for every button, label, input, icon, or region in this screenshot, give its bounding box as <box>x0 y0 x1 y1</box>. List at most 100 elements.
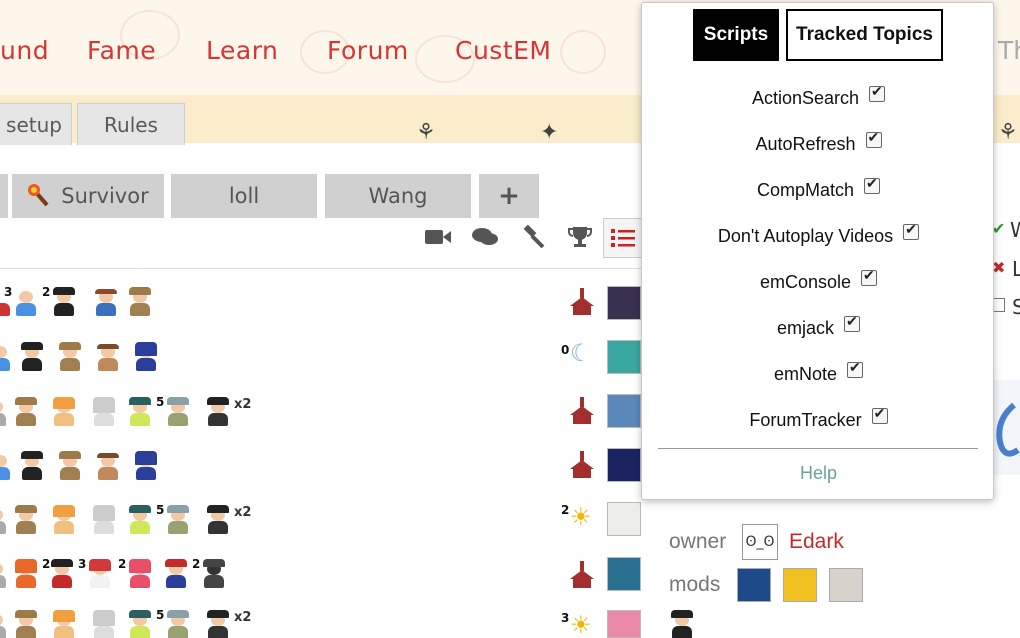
player-sprite-icon <box>204 608 232 638</box>
game-host-avatar[interactable] <box>607 557 641 591</box>
tab-setup[interactable]: setup <box>0 103 72 145</box>
script-option-forumtracker: ForumTracker <box>642 405 995 435</box>
player-sprite-icon <box>126 503 154 535</box>
option-checkbox[interactable] <box>903 221 920 240</box>
player-sprite-icon <box>50 608 78 638</box>
count-badge: 2 <box>561 503 570 517</box>
role-tab-wang[interactable]: Wang <box>325 174 471 218</box>
option-checkbox[interactable] <box>847 359 864 378</box>
owner-name-link[interactable]: Edark <box>789 530 844 554</box>
town-hall-icon <box>568 396 596 424</box>
option-label: emConsole <box>759 271 852 292</box>
nav-item-cut-off[interactable]: Th <box>998 36 1020 65</box>
multiplier-label: x2 <box>234 397 252 412</box>
option-checkbox[interactable] <box>861 267 878 286</box>
gavel-icon[interactable] <box>518 222 548 252</box>
player-sprite-icon <box>48 557 76 589</box>
mod-avatar[interactable] <box>829 568 863 602</box>
count-badge: 0 <box>561 343 570 357</box>
tab-rules[interactable]: Rules <box>77 103 185 145</box>
option-checkbox[interactable] <box>844 313 860 332</box>
game-host-avatar[interactable] <box>607 448 641 482</box>
option-checkbox[interactable] <box>864 175 881 194</box>
player-sprite-icon <box>18 340 46 372</box>
script-option-emjack: emjack <box>642 313 995 343</box>
player-sprite-icon <box>0 449 14 481</box>
nav-item-custem[interactable]: CustEM <box>455 36 552 65</box>
player-sprite-icon <box>204 503 232 535</box>
player-sprite-icon <box>0 503 10 535</box>
role-tab-loll[interactable]: loll <box>171 174 317 218</box>
list-view-button[interactable] <box>603 218 643 258</box>
decor-squiggle-icon: ⚘ <box>416 120 436 145</box>
add-role-tab-button[interactable]: + <box>479 174 539 218</box>
player-sprite-icon <box>162 557 190 589</box>
player-sprite-icon <box>12 395 40 427</box>
tab-tracked-topics[interactable]: Tracked Topics <box>786 9 943 61</box>
option-checkbox[interactable] <box>871 405 888 424</box>
player-sprite-icon <box>90 395 118 427</box>
player-sprite-icon <box>90 608 118 638</box>
player-sprite-icon <box>132 340 160 372</box>
player-sprite-icon <box>12 285 40 317</box>
chat-bubbles-icon[interactable] <box>470 222 500 252</box>
player-sprite-icon <box>50 503 78 535</box>
script-option-autorefresh: AutoRefresh <box>642 129 995 159</box>
player-sprite-icon <box>126 557 154 589</box>
option-label: Don't Autoplay Videos <box>717 225 894 246</box>
player-sprite-icon <box>668 608 696 638</box>
player-sprite-icon <box>92 285 120 317</box>
option-label: ForumTracker <box>749 409 862 430</box>
role-tab-partial[interactable] <box>0 174 8 218</box>
nav-item-round[interactable]: und <box>0 36 49 65</box>
option-checkbox[interactable] <box>865 129 882 148</box>
script-option-emconsole: emConsole <box>642 267 995 297</box>
game-host-avatar[interactable] <box>607 394 641 428</box>
option-label: emNote <box>773 363 838 384</box>
player-sprite-icon <box>50 395 78 427</box>
option-checkbox[interactable] <box>869 83 886 102</box>
mod-avatar[interactable] <box>783 568 817 602</box>
player-sprite-icon <box>56 340 84 372</box>
side-option-w[interactable]: W <box>1010 218 1020 242</box>
tab-scripts[interactable]: Scripts <box>693 9 779 61</box>
player-sprite-icon <box>164 608 192 638</box>
game-host-avatar[interactable] <box>607 610 641 638</box>
side-checkbox[interactable] <box>993 298 1005 312</box>
trophy-icon[interactable] <box>565 222 595 252</box>
player-sprite-icon <box>132 449 160 481</box>
multiplier-label: x2 <box>234 610 252 625</box>
banner-decoration <box>560 30 606 74</box>
popup-divider <box>658 448 978 449</box>
player-sprite-icon <box>0 340 14 372</box>
mod-avatar[interactable] <box>737 568 771 602</box>
script-option-emnote: emNote <box>642 359 995 389</box>
side-image-fragment <box>994 380 1020 475</box>
player-sprite-icon <box>12 557 40 589</box>
player-sprite-icon <box>18 449 46 481</box>
player-sprite-icon <box>0 395 10 427</box>
sun-icon: ☀ <box>570 611 592 638</box>
video-camera-icon[interactable] <box>423 222 453 252</box>
game-host-avatar[interactable] <box>607 340 641 374</box>
mods-label: mods <box>669 573 721 596</box>
role-tab-survivor[interactable]: Survivor <box>12 174 164 218</box>
player-sprite-icon <box>126 395 154 427</box>
nav-item-fame[interactable]: Fame <box>87 36 156 65</box>
player-sprite-icon <box>0 608 10 638</box>
player-sprite-icon <box>164 395 192 427</box>
player-sprite-icon <box>50 285 78 317</box>
game-host-avatar[interactable] <box>607 502 641 536</box>
script-option-actionsearch: ActionSearch <box>642 83 995 113</box>
option-label: ActionSearch <box>751 87 860 108</box>
sun-icon: ☀ <box>570 503 592 531</box>
help-link[interactable]: Help <box>642 463 995 484</box>
player-sprite-icon <box>200 557 228 589</box>
side-option-s[interactable]: S <box>1012 295 1020 319</box>
owner-avatar[interactable]: ʘ_ʘ <box>742 524 778 560</box>
game-host-avatar[interactable] <box>607 286 641 320</box>
side-option-l[interactable]: L <box>1012 257 1020 281</box>
player-sprite-icon <box>126 608 154 638</box>
nav-item-forum[interactable]: Forum <box>327 36 409 65</box>
nav-item-learn[interactable]: Learn <box>206 36 278 65</box>
